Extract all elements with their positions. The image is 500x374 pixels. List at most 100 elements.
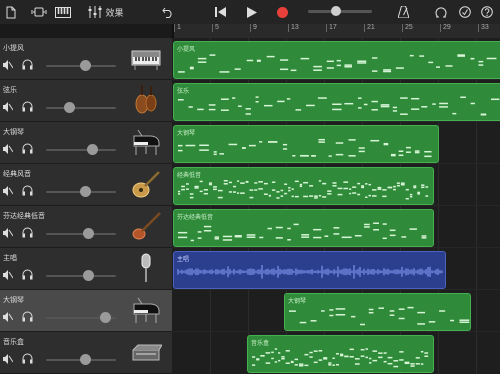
midi-region[interactable]: 弦乐 (173, 83, 500, 121)
play-icon[interactable] (244, 3, 260, 21)
arrange-area[interactable]: 小提风 弦乐 大钢琴 经典低音 芬达经典低音 主唱 大钢琴 音乐盒 (172, 38, 500, 374)
mute-icon[interactable] (3, 186, 13, 196)
region-waveform (177, 264, 443, 279)
volume-slider[interactable] (46, 149, 116, 151)
mixer-icon (88, 6, 102, 18)
lane-divider (172, 205, 500, 206)
ruler-bar: 1 (174, 24, 181, 32)
record-icon[interactable] (274, 3, 290, 21)
track-name: 大钢琴 (3, 129, 24, 136)
lane-divider (172, 79, 500, 80)
track-header[interactable]: 弦乐 (0, 80, 172, 122)
track-name: 芬达经典低音 (3, 213, 45, 220)
midi-region[interactable]: 大钢琴 (173, 125, 439, 163)
ruler-bar: 21 (364, 24, 375, 32)
track-header[interactable]: 芬达经典低音 (0, 206, 172, 248)
loop-icon[interactable] (434, 3, 448, 21)
volume-knob[interactable] (64, 102, 75, 113)
track-header[interactable]: 主唱 (0, 248, 172, 290)
timeline-ruler[interactable]: 1 5 9 13 17 21 25 29 33 (172, 24, 500, 39)
undo-icon[interactable] (160, 3, 176, 21)
region-notes (178, 96, 500, 116)
headphones-icon[interactable] (22, 269, 33, 280)
audio-region[interactable]: 主唱 (173, 251, 446, 289)
volume-slider[interactable] (46, 275, 116, 277)
ruler-bar: 25 (402, 24, 413, 32)
region-notes (178, 180, 429, 200)
microphone-icon (141, 253, 151, 282)
headphones-icon[interactable] (22, 143, 33, 154)
ruler-bar: 17 (326, 24, 337, 32)
headphones-icon[interactable] (22, 101, 33, 112)
mixer-button[interactable]: 效果 (86, 3, 126, 21)
metronome-icon[interactable] (396, 3, 410, 21)
effects-label: 效果 (105, 7, 124, 18)
midi-region[interactable]: 经典低音 (173, 167, 434, 205)
headphones-icon[interactable] (22, 311, 33, 322)
region-notes (252, 348, 429, 368)
track-header[interactable]: 小提风 (0, 38, 172, 80)
playhead-knob[interactable] (331, 6, 341, 16)
headphones-icon[interactable] (22, 185, 33, 196)
mute-icon[interactable] (3, 60, 13, 70)
midi-region[interactable]: 芬达经典低音 (173, 209, 434, 247)
volume-slider[interactable] (46, 233, 116, 235)
region-notes (178, 222, 427, 242)
region-notes (178, 138, 432, 158)
track-header[interactable]: 音乐盒 (0, 332, 172, 374)
midi-region[interactable]: 大钢琴 (284, 293, 471, 331)
region-notes (178, 54, 497, 73)
mute-icon[interactable] (3, 354, 13, 364)
rewind-icon[interactable] (212, 3, 228, 21)
headphones-icon[interactable] (22, 227, 33, 238)
volume-knob[interactable] (100, 312, 111, 323)
ruler-bar: 33 (478, 24, 489, 32)
volume-knob[interactable] (83, 228, 94, 239)
track-name: 小提风 (3, 45, 24, 52)
track-header[interactable]: 经典风音 (0, 164, 172, 206)
toolbar: 效果 (0, 0, 500, 24)
volume-knob[interactable] (80, 186, 91, 197)
bass-guitar-icon (132, 212, 161, 240)
help-icon[interactable] (480, 3, 494, 21)
keyboard-icon[interactable] (54, 3, 72, 21)
ruler-bar: 5 (212, 24, 219, 32)
track-name: 主唱 (3, 255, 17, 262)
volume-knob[interactable] (80, 60, 91, 71)
track-name: 经典风音 (3, 171, 31, 178)
volume-slider[interactable] (46, 107, 116, 109)
mute-icon[interactable] (3, 144, 13, 154)
grand-piano-icon (133, 297, 160, 323)
document-icon[interactable] (4, 3, 18, 21)
lane-divider (172, 121, 500, 122)
track-headers: 小提风 弦乐 大钢琴 经典风音 芬达经典低音 主唱 大钢琴 音乐盒 (0, 38, 172, 374)
mute-icon[interactable] (3, 102, 13, 112)
mute-icon[interactable] (3, 228, 13, 238)
settings-icon[interactable] (458, 3, 472, 21)
electric-guitar-icon (132, 171, 160, 198)
grand-piano-icon (133, 129, 160, 155)
volume-knob[interactable] (80, 354, 91, 365)
keyboard-icon (131, 50, 161, 70)
ruler-bar: 29 (440, 24, 451, 32)
volume-knob[interactable] (83, 270, 94, 281)
lane-divider (172, 331, 500, 332)
midi-region[interactable]: 小提风 (173, 41, 500, 79)
mute-icon[interactable] (3, 312, 13, 322)
region-notes (289, 306, 470, 326)
midi-region[interactable]: 音乐盒 (247, 335, 434, 373)
headphones-icon[interactable] (22, 353, 33, 364)
strings-icon (135, 85, 157, 114)
view-toggle-icon[interactable] (30, 3, 48, 21)
track-name: 大钢琴 (3, 297, 24, 304)
track-header[interactable]: 大钢琴 (0, 290, 172, 332)
lane-divider (172, 289, 500, 290)
ruler-bar: 13 (288, 24, 299, 32)
volume-knob[interactable] (87, 144, 98, 155)
lane-divider (172, 163, 500, 164)
track-header[interactable]: 大钢琴 (0, 122, 172, 164)
headphones-icon[interactable] (22, 59, 33, 70)
track-name: 弦乐 (3, 87, 17, 94)
mute-icon[interactable] (3, 270, 13, 280)
music-box-icon (132, 344, 162, 361)
